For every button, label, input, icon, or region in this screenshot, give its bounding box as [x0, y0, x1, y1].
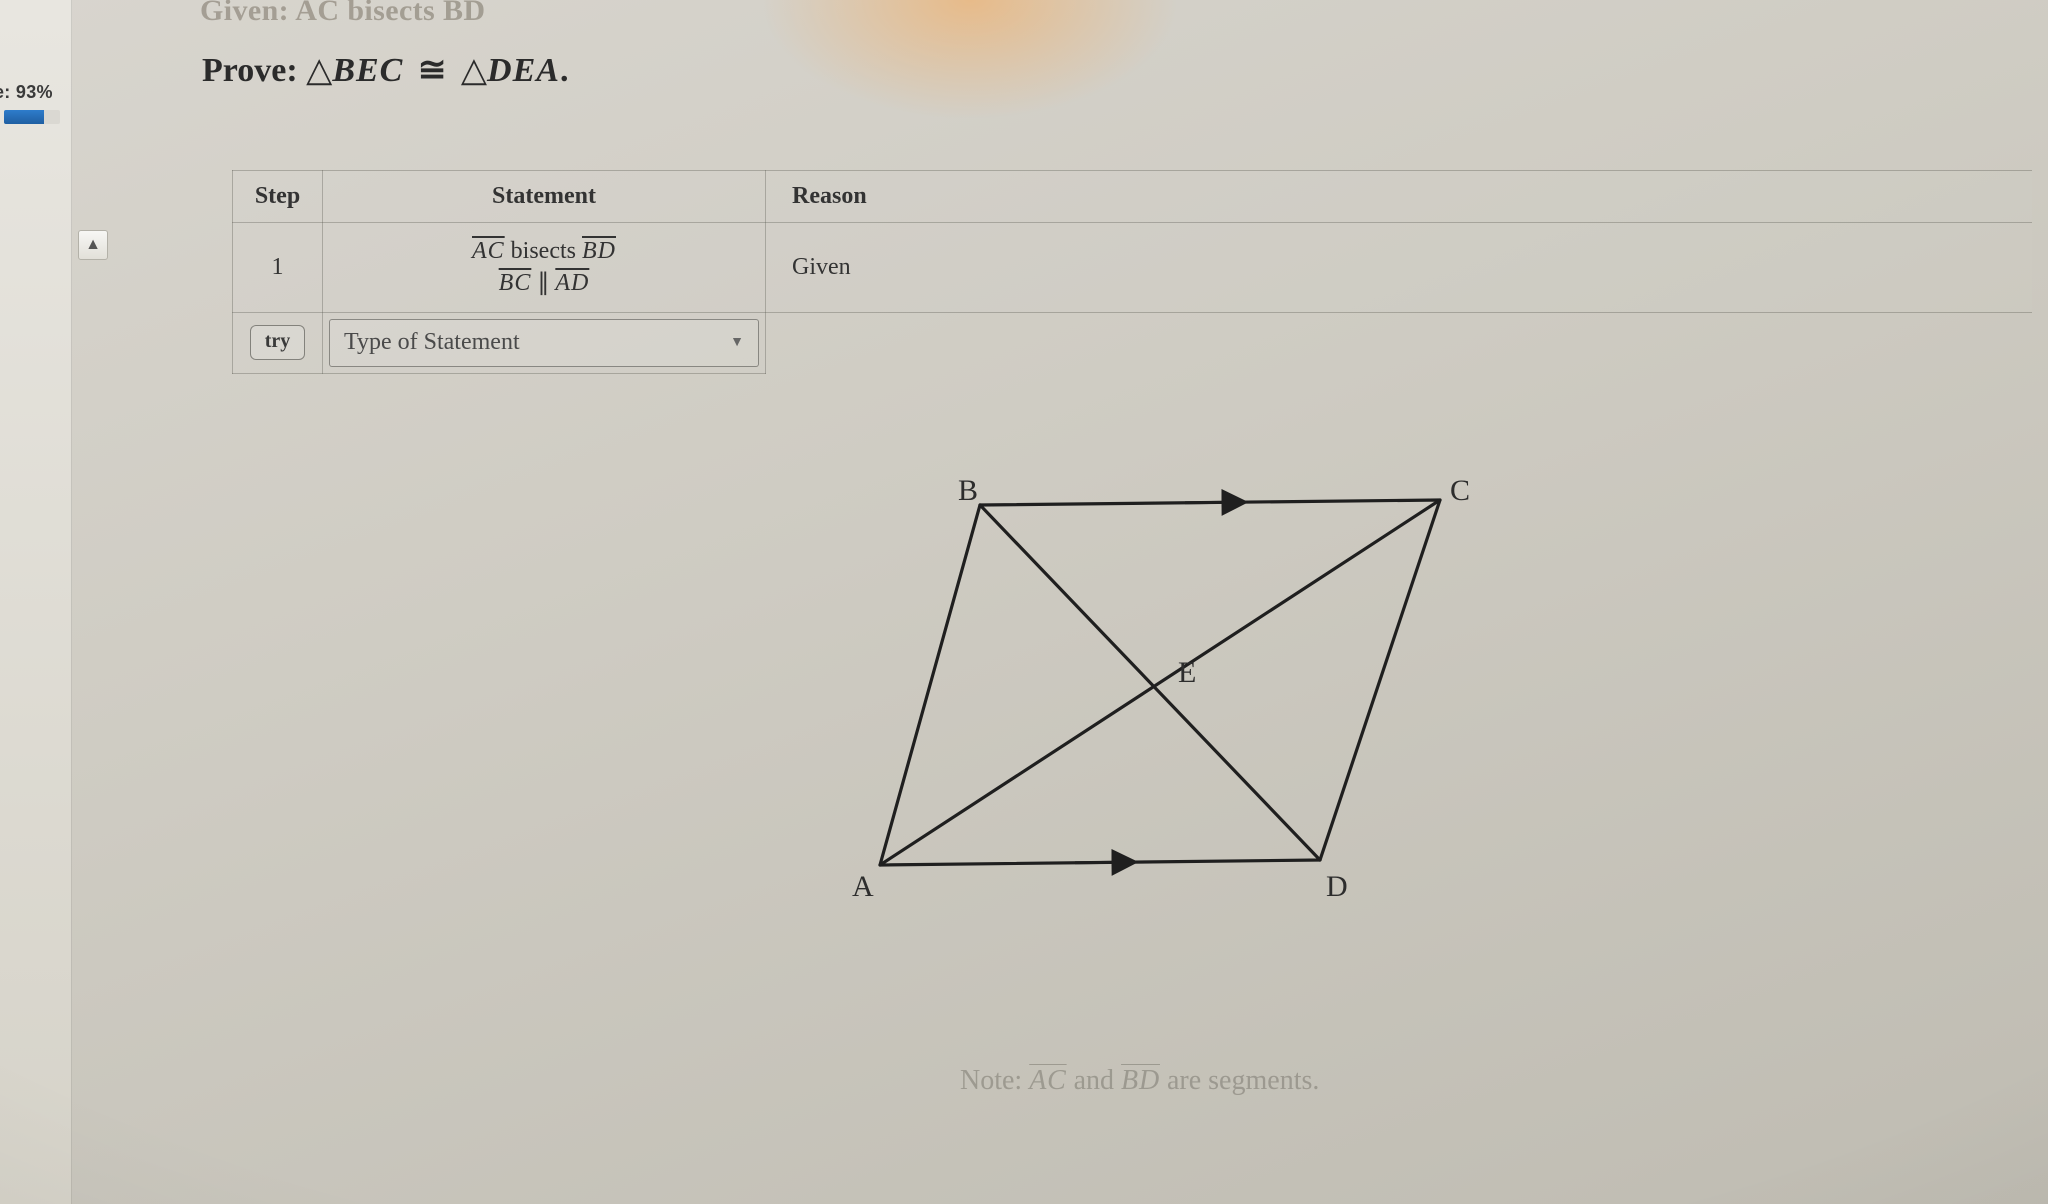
- note-seg-bd: BD: [1121, 1065, 1160, 1096]
- header-reason: Reason: [766, 171, 2033, 223]
- prove-prefix: Prove:: [202, 52, 306, 89]
- reason-cell: Given: [766, 223, 2033, 313]
- prove-statement: Prove: △BEC ≅ △DEA.: [202, 50, 568, 90]
- table-row: 1 AC bisects BD BC ∥ AD Given: [233, 223, 2033, 313]
- chevron-down-icon: ▼: [730, 335, 744, 351]
- photo-glare: [760, 0, 1180, 120]
- note-and: and: [1074, 1065, 1121, 1096]
- note-suffix: are segments.: [1167, 1065, 1319, 1096]
- note-prefix: Note:: [960, 1065, 1029, 1096]
- progress-bar-fill: [4, 110, 44, 124]
- triangle-symbol-2: △: [461, 52, 487, 89]
- proof-table: Step Statement Reason 1 AC bisects BD BC…: [232, 170, 2032, 374]
- table-header-row: Step Statement Reason: [233, 171, 2033, 223]
- segment-bd: BD: [582, 238, 616, 264]
- left-sidebar: e: 93%: [0, 0, 72, 1204]
- parallel-text: ∥: [531, 270, 555, 296]
- segment-bc: BC: [499, 270, 532, 296]
- figure-svg: B C A D E: [840, 460, 1520, 910]
- geometry-figure: B C A D E: [840, 460, 1520, 910]
- bisects-text: bisects: [505, 238, 582, 264]
- try-cell: try: [233, 312, 323, 373]
- segment-ad: AD: [555, 270, 589, 296]
- statement-line-2: BC ∥ AD: [341, 267, 747, 299]
- congruent-symbol: ≅: [412, 52, 453, 89]
- statement-line-1: AC bisects BD: [341, 235, 747, 267]
- header-statement: Statement: [323, 171, 766, 223]
- vertex-d-label: D: [1326, 870, 1348, 903]
- triangle-2-vertices: DEA: [487, 52, 560, 89]
- given-text-partial: Given: AC bisects BD: [200, 0, 486, 28]
- vertex-a-label: A: [852, 870, 874, 903]
- vertex-c-label: C: [1450, 474, 1470, 507]
- vertex-e-label: E: [1178, 656, 1196, 689]
- note-seg-ac: AC: [1029, 1065, 1066, 1096]
- empty-reason: [766, 312, 2033, 373]
- step-number: 1: [233, 223, 323, 313]
- table-row-input: try Type of Statement ▼: [233, 312, 2033, 373]
- try-button[interactable]: try: [250, 325, 306, 360]
- triangle-1-vertices: BEC: [332, 52, 403, 89]
- grade-label: e: 93%: [0, 82, 53, 103]
- vertex-b-label: B: [958, 474, 978, 507]
- dropdown-label: Type of Statement: [344, 329, 520, 356]
- statement-type-dropdown[interactable]: Type of Statement ▼: [329, 319, 759, 367]
- segment-ac: AC: [472, 238, 505, 264]
- triangle-symbol-1: △: [306, 52, 332, 89]
- dropdown-cell: Type of Statement ▼: [323, 312, 766, 373]
- header-step: Step: [233, 171, 323, 223]
- chevron-up-icon: ▲: [85, 236, 101, 254]
- statement-cell: AC bisects BD BC ∥ AD: [323, 223, 766, 313]
- scroll-up-button[interactable]: ▲: [78, 230, 108, 260]
- note-text: Note: AC and BD are segments.: [960, 1065, 1319, 1097]
